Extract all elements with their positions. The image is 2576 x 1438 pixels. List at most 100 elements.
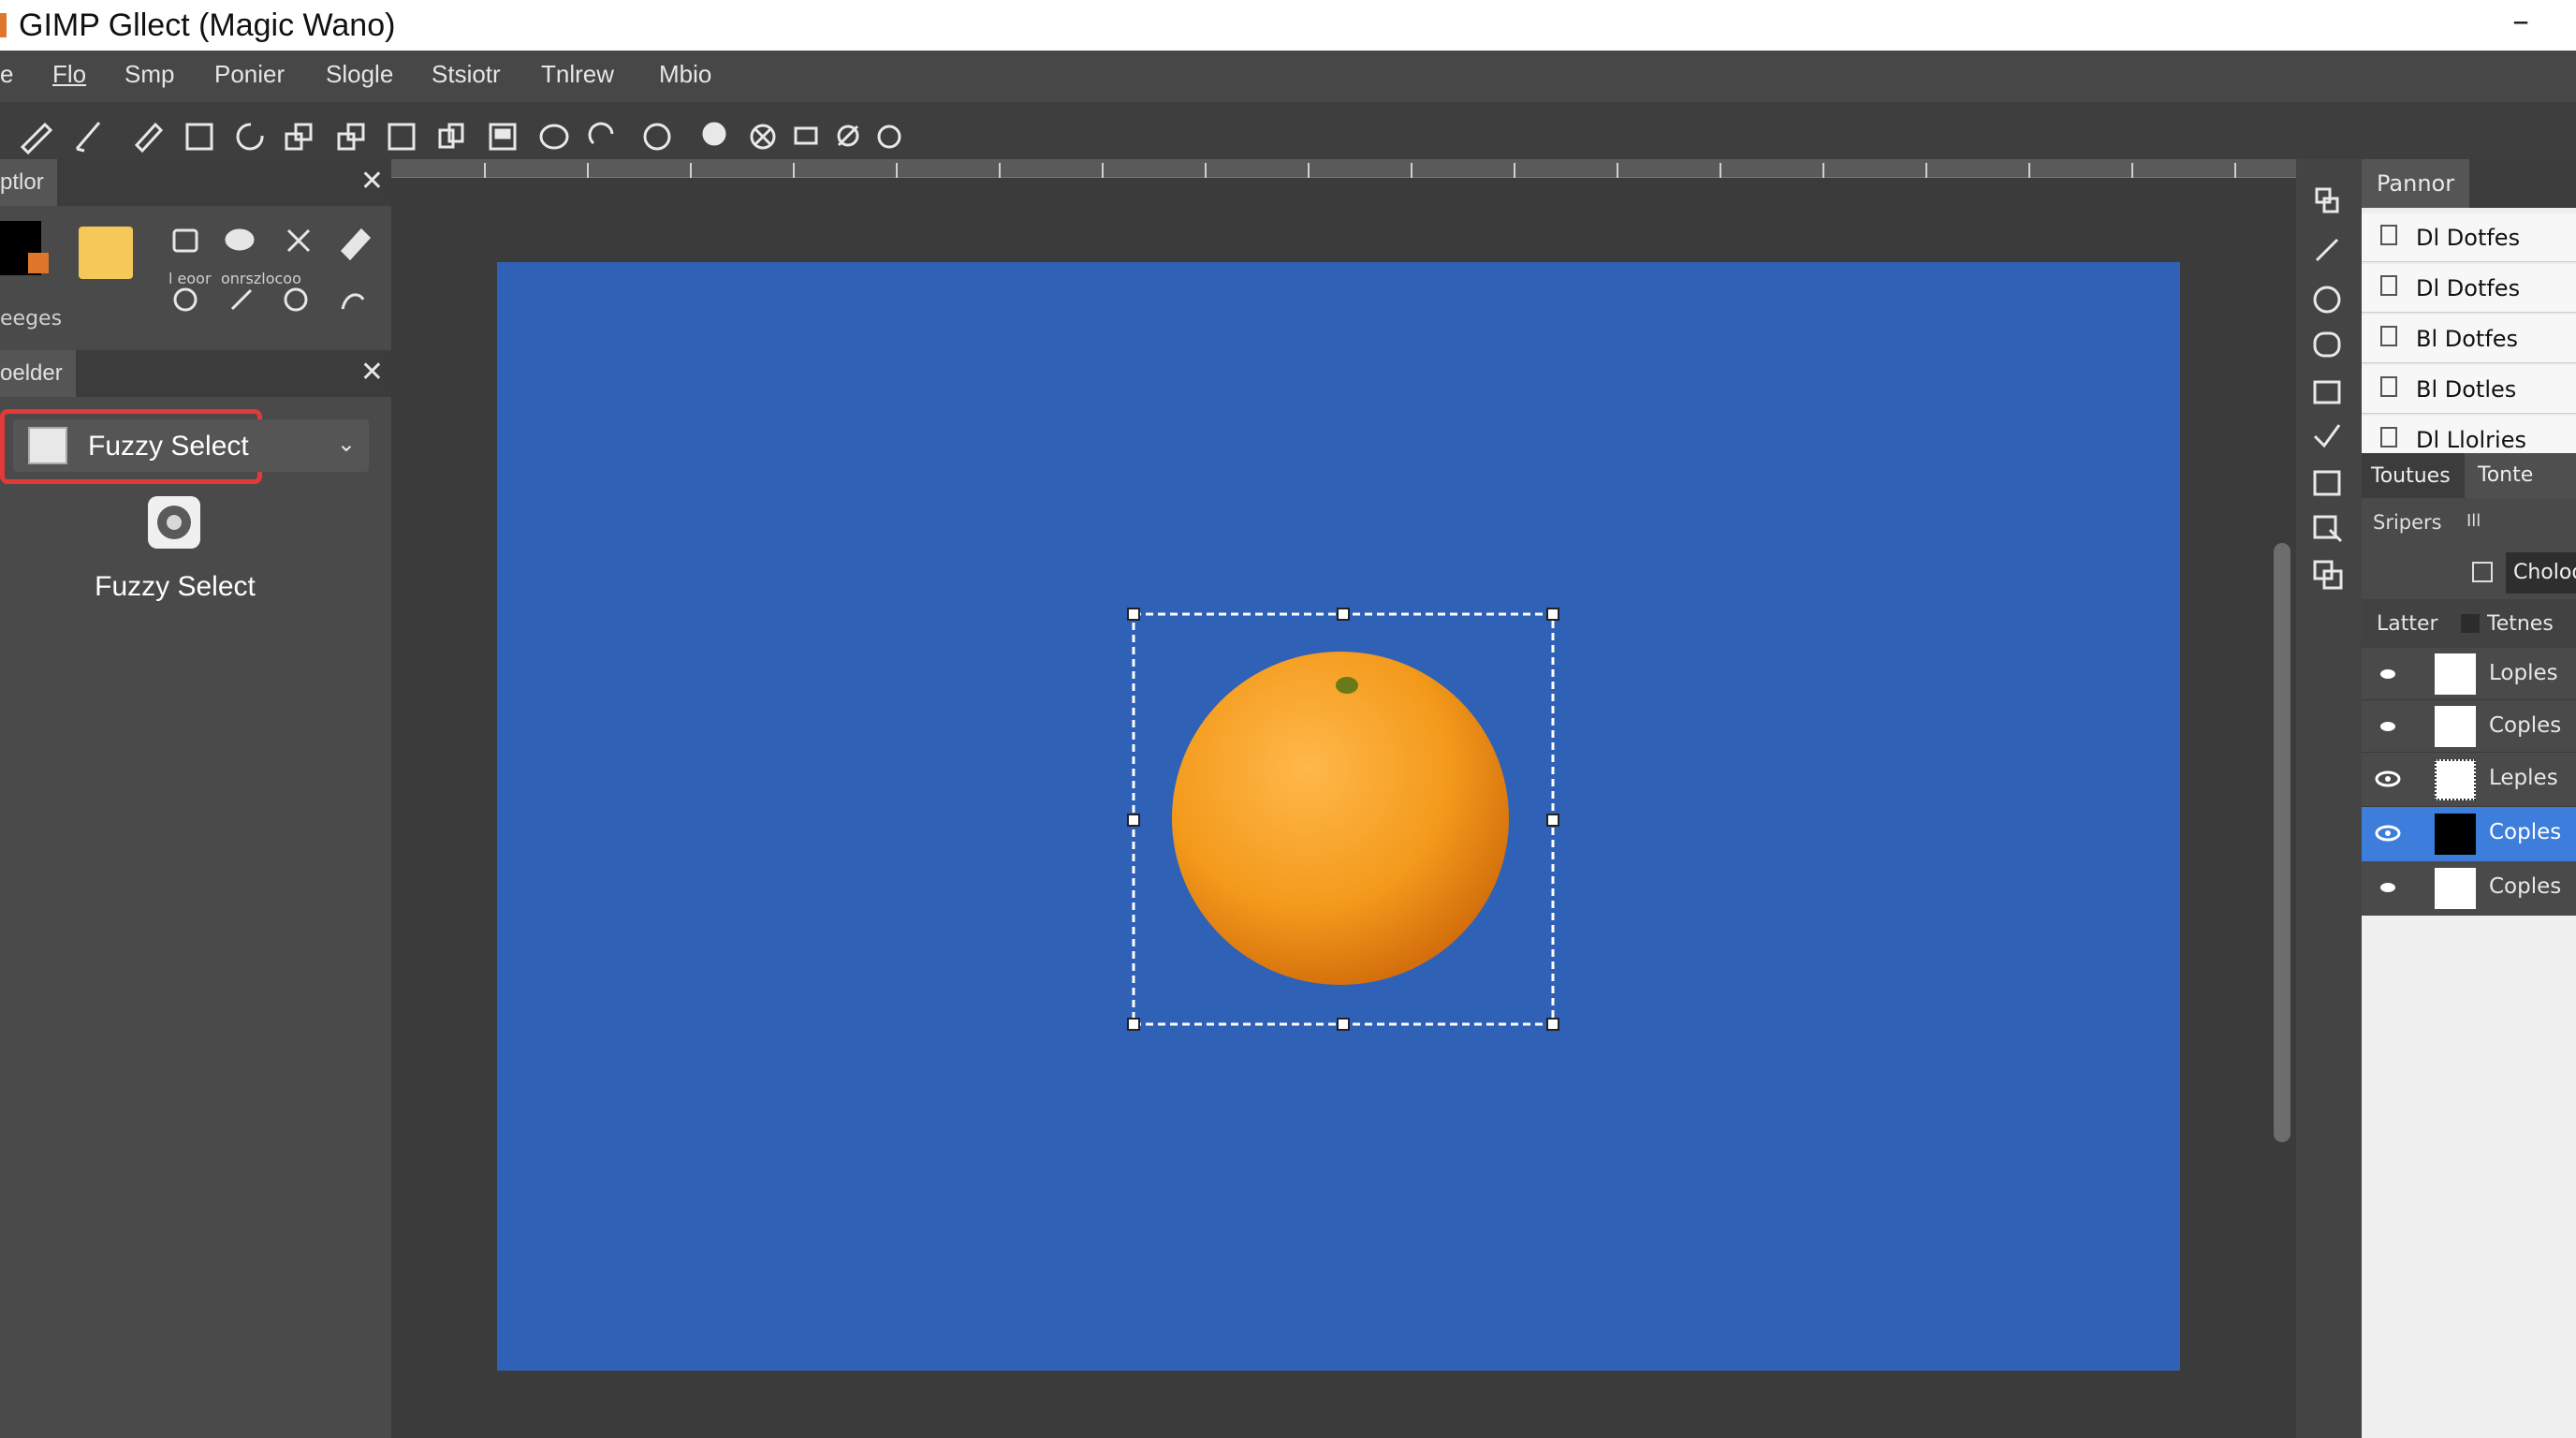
list-item[interactable]: Dl Dotfes [2362, 213, 2576, 262]
menu-item-view[interactable]: Ponier [214, 60, 285, 89]
heal-tool-icon[interactable] [286, 228, 311, 253]
duplicate-icon[interactable] [2313, 560, 2343, 590]
smudge-icon[interactable] [225, 228, 255, 251]
measure-icon[interactable] [794, 126, 818, 145]
menu-item-tools[interactable]: Tnlrew [541, 60, 614, 89]
tools-panel-header: ptlor ✕ [0, 159, 391, 206]
color-swap-icon[interactable] [28, 253, 49, 273]
lasso-icon[interactable] [588, 122, 614, 145]
eye-icon[interactable] [2375, 880, 2401, 895]
left-dock: ptlor ✕ l eoor onrszlocoo eeges oelder ✕… [0, 159, 391, 1438]
layer-row[interactable]: Leples [2362, 753, 2576, 807]
menu-item-image[interactable]: Slogle [326, 60, 393, 89]
layers-label: Latter [2377, 612, 2438, 636]
heal-icon[interactable] [877, 125, 901, 149]
app-icon [0, 13, 7, 37]
layer-row[interactable]: Loples [2362, 648, 2576, 700]
document-icon [2380, 225, 2397, 245]
tab-tools[interactable]: ptlor [0, 159, 57, 206]
brush-icon[interactable] [75, 122, 101, 153]
layer-row[interactable]: Coples [2362, 861, 2576, 916]
chooser-button[interactable]: Choloo [2506, 552, 2576, 594]
tab-tonte[interactable]: Tonte [2465, 453, 2576, 498]
airbrush-icon[interactable] [134, 122, 164, 154]
smudge-tool-icon[interactable] [341, 293, 365, 310]
layer-row[interactable]: Coples [2362, 700, 2576, 753]
menu-item-file[interactable]: e [0, 60, 13, 89]
settings-icon[interactable] [2472, 562, 2493, 582]
channels-icon[interactable] [2313, 380, 2341, 404]
tool-name: Fuzzy Select [95, 571, 256, 602]
list-item[interactable]: Bl Dotles [2362, 365, 2576, 414]
flip-icon[interactable] [438, 123, 464, 149]
document-icon [2380, 275, 2397, 296]
paths-icon[interactable] [2313, 515, 2343, 543]
list-item-label: Bl Dotles [2416, 376, 2517, 403]
eye-icon[interactable] [2371, 770, 2405, 788]
list-item[interactable]: Dl Dotfes [2362, 264, 2576, 313]
shear-icon[interactable] [337, 123, 365, 151]
pin-icon[interactable] [702, 122, 726, 146]
toolbar-icons [20, 122, 901, 155]
layer-thumbnail [2435, 706, 2476, 747]
menu-item-select[interactable]: Smp [124, 60, 174, 89]
vertical-scrollbar[interactable] [2274, 543, 2291, 1142]
background-color[interactable] [79, 227, 133, 279]
bucket-icon[interactable] [284, 287, 308, 312]
tab-tool-options[interactable]: oelder [0, 350, 76, 397]
list-item[interactable]: Bl Dotfes [2362, 315, 2576, 363]
layer-name: Coples [2489, 820, 2562, 844]
layers-icon[interactable] [2313, 470, 2341, 496]
image-canvas[interactable] [497, 262, 2180, 1371]
rect-select-icon[interactable] [172, 228, 198, 253]
menu-item-windows[interactable]: Mbio [659, 60, 711, 89]
tab-textures[interactable]: Toutues [2371, 464, 2451, 488]
title-bar: GIMP Gllect (Magic Wano) – [0, 0, 2576, 51]
rounded-rect-icon[interactable] [2313, 331, 2341, 358]
eye-icon[interactable] [2371, 824, 2405, 843]
minimize-button[interactable]: – [2512, 2, 2529, 40]
fuzzy-select-thumb-icon [28, 427, 67, 464]
checkbox[interactable] [2461, 614, 2480, 633]
tab-panel[interactable]: Pannor [2362, 159, 2470, 208]
close-icon[interactable]: ✕ [360, 356, 384, 389]
pen-icon[interactable] [2315, 238, 2339, 262]
textures-tabs: Toutues Tonte [2362, 453, 2576, 498]
check-icon[interactable] [2313, 424, 2341, 448]
move-icon[interactable] [2315, 187, 2339, 213]
list-item[interactable]: Dl Llolries [2362, 416, 2576, 453]
layer-name: Coples [2489, 874, 2562, 899]
rotate-icon[interactable] [236, 123, 264, 151]
clone-icon[interactable] [837, 125, 859, 147]
perspective-icon[interactable] [388, 123, 416, 151]
horizontal-ruler[interactable] [391, 159, 2296, 178]
stripes-value[interactable]: Ill [2466, 511, 2481, 531]
scale-icon[interactable] [285, 123, 313, 151]
layers-empty-area[interactable] [2362, 916, 2576, 1438]
eye-icon[interactable] [2375, 719, 2401, 734]
fuzzy-select-large-icon [148, 496, 200, 549]
pencil-tool-icon[interactable] [230, 288, 253, 311]
close-icon[interactable]: ✕ [360, 165, 384, 198]
crosshair-icon[interactable] [750, 124, 776, 150]
pencil-icon[interactable] [20, 122, 53, 155]
menu-item-layer[interactable]: Stsiotr [432, 60, 501, 89]
menu-item-edit[interactable]: Flo [52, 60, 86, 89]
layer-thumbnail [2435, 814, 2476, 855]
ellipse-select-icon[interactable] [539, 124, 569, 150]
tool-select-dropdown[interactable]: Fuzzy Select ⌄ [13, 419, 369, 472]
layer-name: Coples [2489, 713, 2562, 738]
fuzzy-select-icon[interactable] [643, 123, 671, 151]
document-icon [2380, 326, 2397, 346]
ellipse-tool-icon[interactable] [173, 287, 198, 312]
eye-icon[interactable] [2375, 667, 2401, 682]
crop-icon[interactable] [185, 123, 213, 151]
stripes-row: Sripers Ill [2362, 498, 2576, 547]
layer-row-selected[interactable]: Coples [2362, 807, 2576, 861]
orange-image [1127, 608, 1559, 1031]
cage-icon[interactable] [489, 123, 517, 151]
layer-name: Leples [2489, 766, 2558, 790]
circle-icon[interactable] [2313, 286, 2341, 314]
window-title: GIMP Gllect (Magic Wano) [19, 7, 396, 43]
eraser-icon[interactable] [340, 227, 372, 261]
